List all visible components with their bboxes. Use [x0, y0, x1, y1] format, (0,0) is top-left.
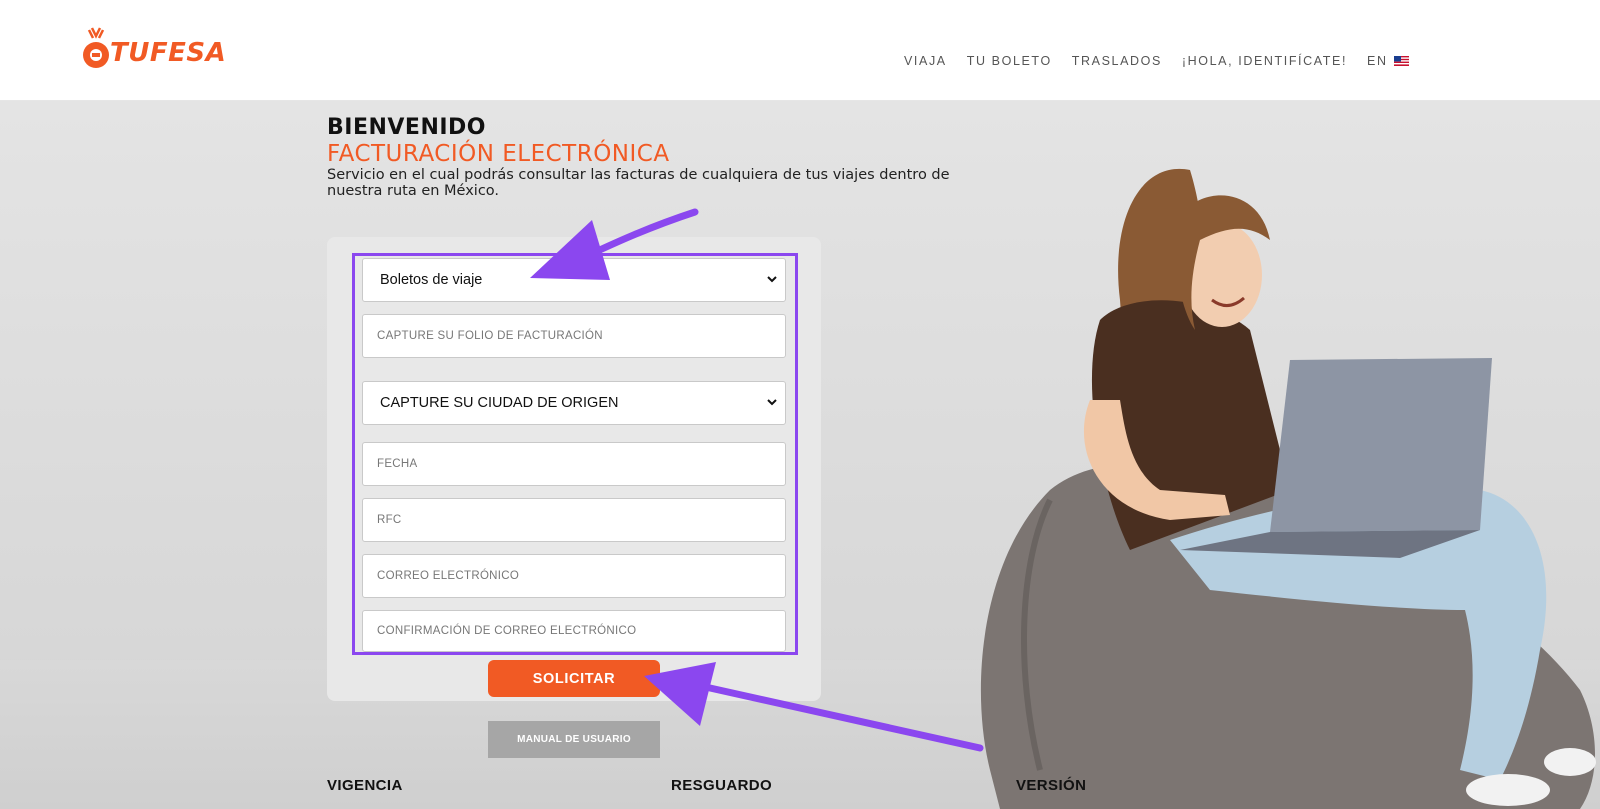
tufesa-logo-icon	[83, 27, 109, 68]
language-label: EN	[1367, 54, 1388, 68]
vigencia-heading: VIGENCIA	[327, 777, 403, 794]
version-heading: VERSIÓN	[1016, 777, 1087, 794]
nav-traslados[interactable]: TRASLADOS	[1072, 54, 1162, 68]
nav-viaja[interactable]: VIAJA	[904, 54, 947, 68]
resguardo-heading: RESGUARDO	[671, 777, 773, 794]
tufesa-logo[interactable]: TUFESA	[80, 24, 226, 74]
nav-identificate[interactable]: ¡HOLA, IDENTIFÍCATE!	[1182, 54, 1347, 68]
annotation-arrow-icon	[530, 208, 699, 280]
site-header: TUFESA VIAJA TU BOLETO TRASLADOS ¡HOLA, …	[0, 0, 1600, 101]
logo-text: TUFESA	[110, 38, 227, 68]
page-description: Servicio en el cual podrás consultar las…	[327, 167, 950, 199]
solicitar-button[interactable]: SOLICITAR	[488, 660, 660, 697]
us-flag-icon	[1393, 56, 1409, 66]
main-nav: VIAJA TU BOLETO TRASLADOS ¡HOLA, IDENTIF…	[904, 54, 1429, 68]
user-manual-button[interactable]: MANUAL DE USUARIO	[488, 721, 660, 758]
welcome-heading: BIENVENIDO	[327, 115, 487, 140]
nav-tu-boleto[interactable]: TU BOLETO	[967, 54, 1052, 68]
woman-with-laptop-image	[980, 168, 1596, 809]
annotation-arrow-icon	[644, 662, 984, 752]
form-highlight-box	[352, 253, 798, 655]
page-title: FACTURACIÓN ELECTRÓNICA	[327, 141, 670, 167]
language-switch[interactable]: EN	[1367, 54, 1409, 68]
